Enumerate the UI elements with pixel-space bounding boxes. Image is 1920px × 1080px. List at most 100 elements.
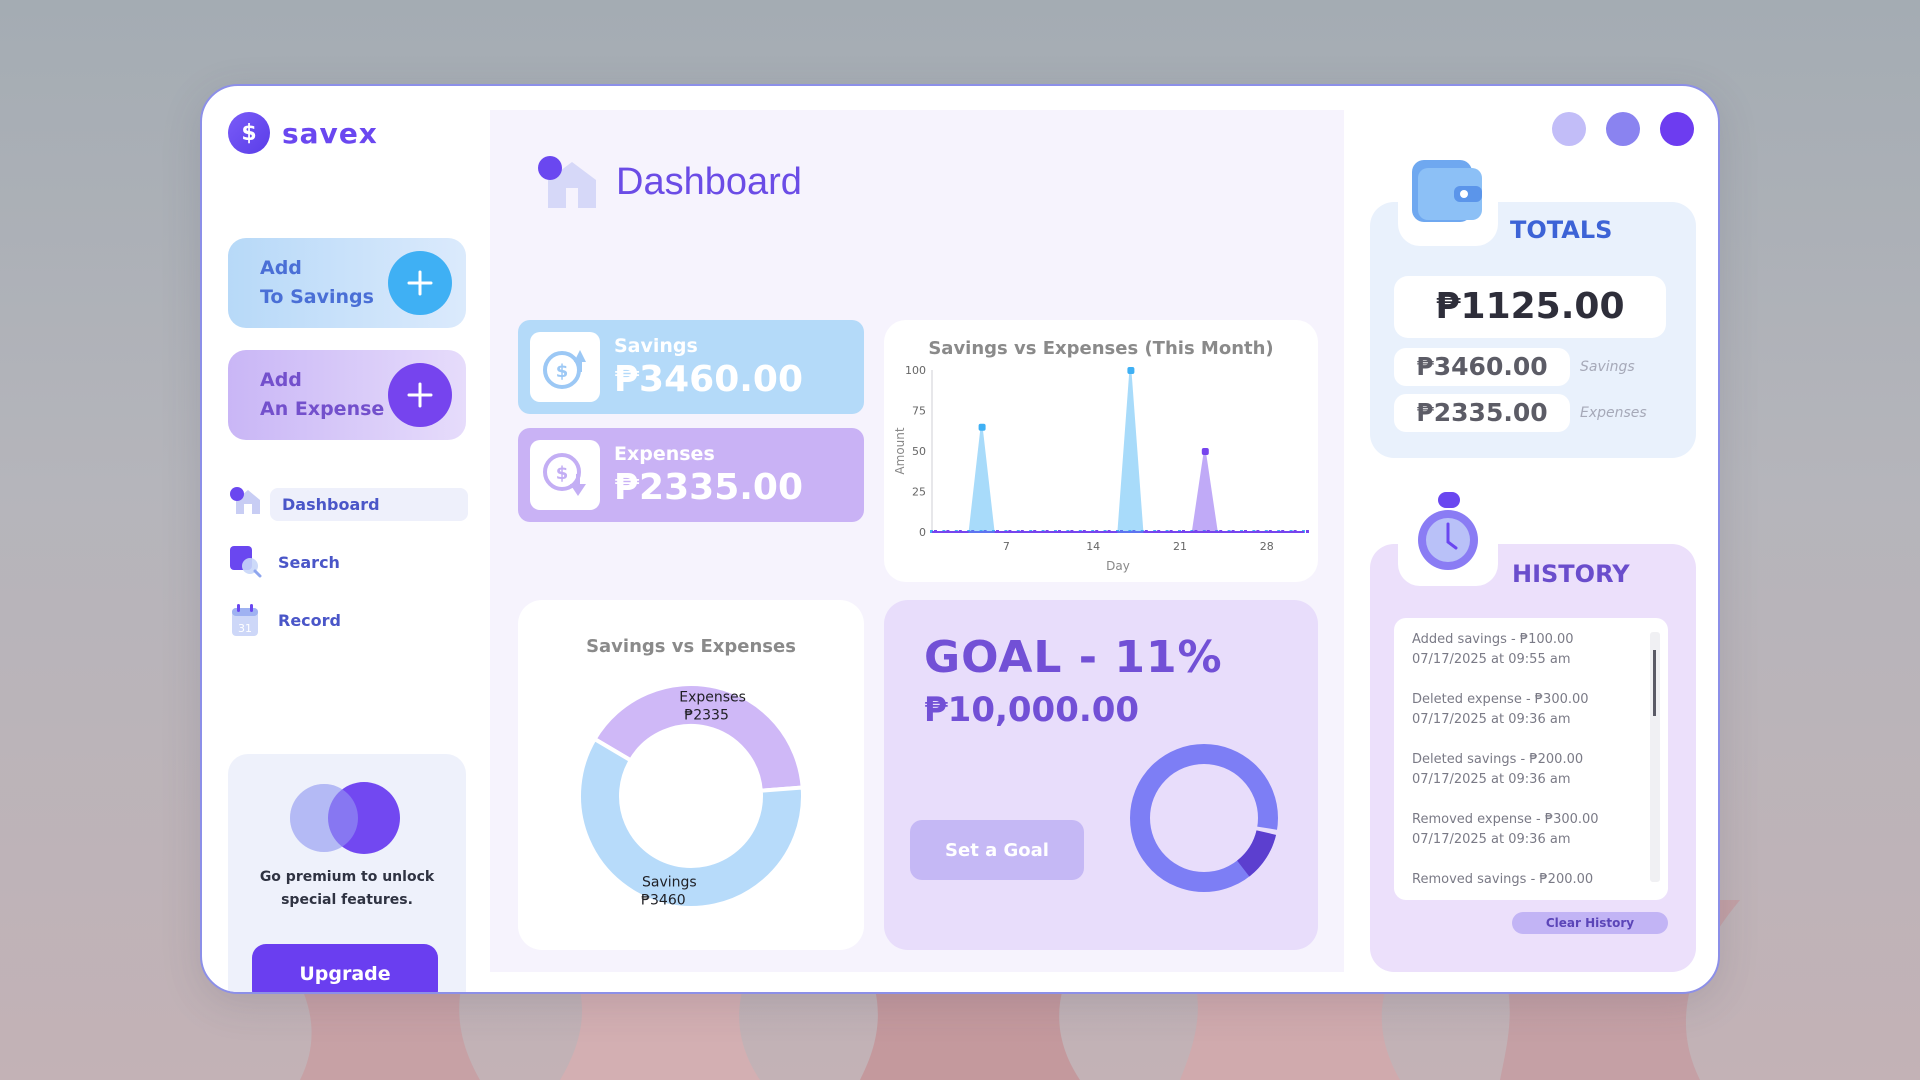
history-item-time: 07/17/2025 at 09:55 am	[1412, 652, 1571, 667]
data-point	[1201, 448, 1209, 455]
plus-icon	[388, 363, 452, 427]
savings-stat-value: ₱3460.00	[614, 358, 804, 400]
history-item-time: 07/17/2025 at 09:36 am	[1412, 832, 1571, 847]
history-item: Added savings - ₱100.00 07/17/2025 at 09…	[1412, 630, 1574, 670]
spike-area	[1117, 369, 1144, 533]
savings-stat-card: $ Savings ₱3460.00	[518, 320, 864, 414]
history-item-time: 07/17/2025 at 09:36 am	[1412, 712, 1571, 727]
expenses-stat-label: Expenses	[614, 442, 715, 465]
x-tick-label: 28	[1260, 540, 1274, 553]
app-logo: $ savex	[228, 112, 468, 154]
add-to-savings-label: Add To Savings	[260, 254, 374, 312]
savings-up-icon: $	[530, 332, 600, 402]
history-item-time: 07/17/2025 at 09:36 am	[1412, 772, 1571, 787]
goal-amount: ₱10,000.00	[924, 690, 1140, 730]
zero-point-marker	[1306, 530, 1309, 533]
clock-icon	[1398, 486, 1498, 586]
x-tick-label: 7	[1003, 540, 1010, 553]
totals-expenses-value: ₱2335.00	[1394, 394, 1570, 432]
history-item: Deleted savings - ₱200.00 07/17/2025 at …	[1412, 750, 1583, 790]
svg-text:$: $	[556, 361, 569, 382]
history-item-action: Removed expense - ₱300.00	[1412, 812, 1599, 827]
history-item: Deleted expense - ₱300.00 07/17/2025 at …	[1412, 690, 1589, 730]
donut-slice-label: Savings	[642, 875, 697, 891]
add-to-savings-button[interactable]: Add To Savings	[228, 238, 466, 328]
window-minimize-button[interactable]	[1552, 112, 1586, 146]
history-item-action: Deleted savings - ₱200.00	[1412, 752, 1584, 767]
history-title: HISTORY	[1512, 560, 1630, 588]
goal-title: GOAL - 11%	[924, 632, 1223, 683]
history-item-action: Removed savings - ₱200.00	[1412, 872, 1594, 887]
totals-savings-row: ₱3460.00 Savings	[1394, 348, 1635, 386]
upgrade-button[interactable]: Upgrade	[252, 944, 438, 992]
add-to-savings-line2: To Savings	[260, 286, 374, 308]
history-scroll-thumb[interactable]	[1653, 650, 1656, 716]
history-card: HISTORY Added savings - ₱100.00 07/17/20…	[1370, 544, 1696, 972]
add-expense-line1: Add	[260, 369, 302, 391]
y-tick-label: 0	[919, 526, 926, 539]
dollar-logo-icon: $	[228, 112, 270, 154]
page-header: Dashboard	[534, 154, 802, 210]
calendar-icon: 31	[228, 602, 268, 638]
spike-area	[1191, 450, 1218, 533]
line-chart-card: Savings vs Expenses (This Month) 0 25 50 75…	[884, 320, 1318, 582]
x-axis-label: Day	[1106, 559, 1130, 573]
sidebar-item-dashboard[interactable]: Dashboard	[228, 486, 468, 522]
totals-savings-caption: Savings	[1580, 359, 1635, 375]
x-tick-label: 14	[1086, 540, 1100, 553]
donut-chart-card: Savings vs Expenses Expenses ₱2335 Savings…	[518, 600, 864, 950]
premium-card: Go premium to unlock special features. U…	[228, 754, 466, 992]
totals-title: TOTALS	[1510, 216, 1613, 244]
goal-progress-ring	[1130, 744, 1279, 892]
history-list[interactable]: Added savings - ₱100.00 07/17/2025 at 09…	[1394, 618, 1668, 900]
history-item: Removed savings - ₱200.00	[1412, 870, 1593, 890]
home-icon	[228, 486, 268, 522]
data-point	[978, 423, 986, 431]
add-expense-line2: An Expense	[260, 398, 385, 420]
y-tick-label: 75	[912, 405, 926, 418]
sidebar-item-record[interactable]: 31 Record	[228, 602, 468, 638]
donut-chart: Expenses ₱2335 Savings ₱3460	[577, 682, 805, 910]
history-item-action: Added savings - ₱100.00	[1412, 632, 1574, 647]
y-tick-label: 100	[905, 364, 926, 377]
sidebar: $ savex Add To Savings Add An Expense Da…	[228, 112, 468, 992]
data-point	[1127, 367, 1135, 374]
totals-expenses-row: ₱2335.00 Expenses	[1394, 394, 1647, 432]
add-expense-label: Add An Expense	[260, 366, 384, 424]
totals-expenses-caption: Expenses	[1580, 405, 1647, 421]
plus-icon	[388, 251, 452, 315]
totals-savings-value: ₱3460.00	[1394, 348, 1570, 386]
savings-stat-label: Savings	[614, 334, 698, 357]
add-to-savings-line1: Add	[260, 257, 302, 279]
goal-card: GOAL - 11% ₱10,000.00 Set a Goal	[884, 600, 1318, 950]
history-item: Removed expense - ₱300.00 07/17/2025 at …	[1412, 810, 1599, 850]
spike-area	[968, 426, 995, 533]
add-expense-button[interactable]: Add An Expense	[228, 350, 466, 440]
window-close-button[interactable]	[1660, 112, 1694, 146]
donut-slice-value-label: ₱2335	[684, 707, 729, 723]
main-panel: Dashboard $ Savings ₱3460.00 $ Expenses …	[490, 110, 1344, 972]
expenses-stat-value: ₱2335.00	[614, 466, 804, 508]
set-goal-button[interactable]: Set a Goal	[910, 820, 1084, 880]
search-icon	[228, 544, 268, 580]
svg-text:$: $	[556, 463, 569, 484]
totals-net-value: ₱1125.00	[1394, 276, 1666, 338]
y-axis-label: Amount	[893, 427, 907, 474]
calendar-day-text: 31	[238, 622, 252, 635]
sidebar-item-search[interactable]: Search	[228, 544, 468, 580]
y-tick-label: 25	[912, 486, 926, 499]
app-window: $ savex Add To Savings Add An Expense Da…	[200, 84, 1720, 994]
expenses-down-icon: $	[530, 440, 600, 510]
window-maximize-button[interactable]	[1606, 112, 1640, 146]
home-icon	[538, 156, 596, 208]
clear-history-button[interactable]: Clear History	[1512, 912, 1668, 934]
window-controls	[1552, 112, 1694, 146]
history-scrollbar[interactable]	[1650, 632, 1660, 882]
donut-slice-label: Expenses	[679, 689, 746, 705]
goal-ring-progress	[1236, 829, 1277, 877]
page-title: Dashboard	[616, 160, 802, 203]
line-chart: 0 25 50 75 100 7 14 21 28 Day Amount	[893, 364, 1309, 573]
history-item-action: Deleted expense - ₱300.00	[1412, 692, 1589, 707]
donut-slice-value-label: ₱3460	[641, 893, 686, 909]
sidebar-item-label: Search	[278, 552, 340, 572]
